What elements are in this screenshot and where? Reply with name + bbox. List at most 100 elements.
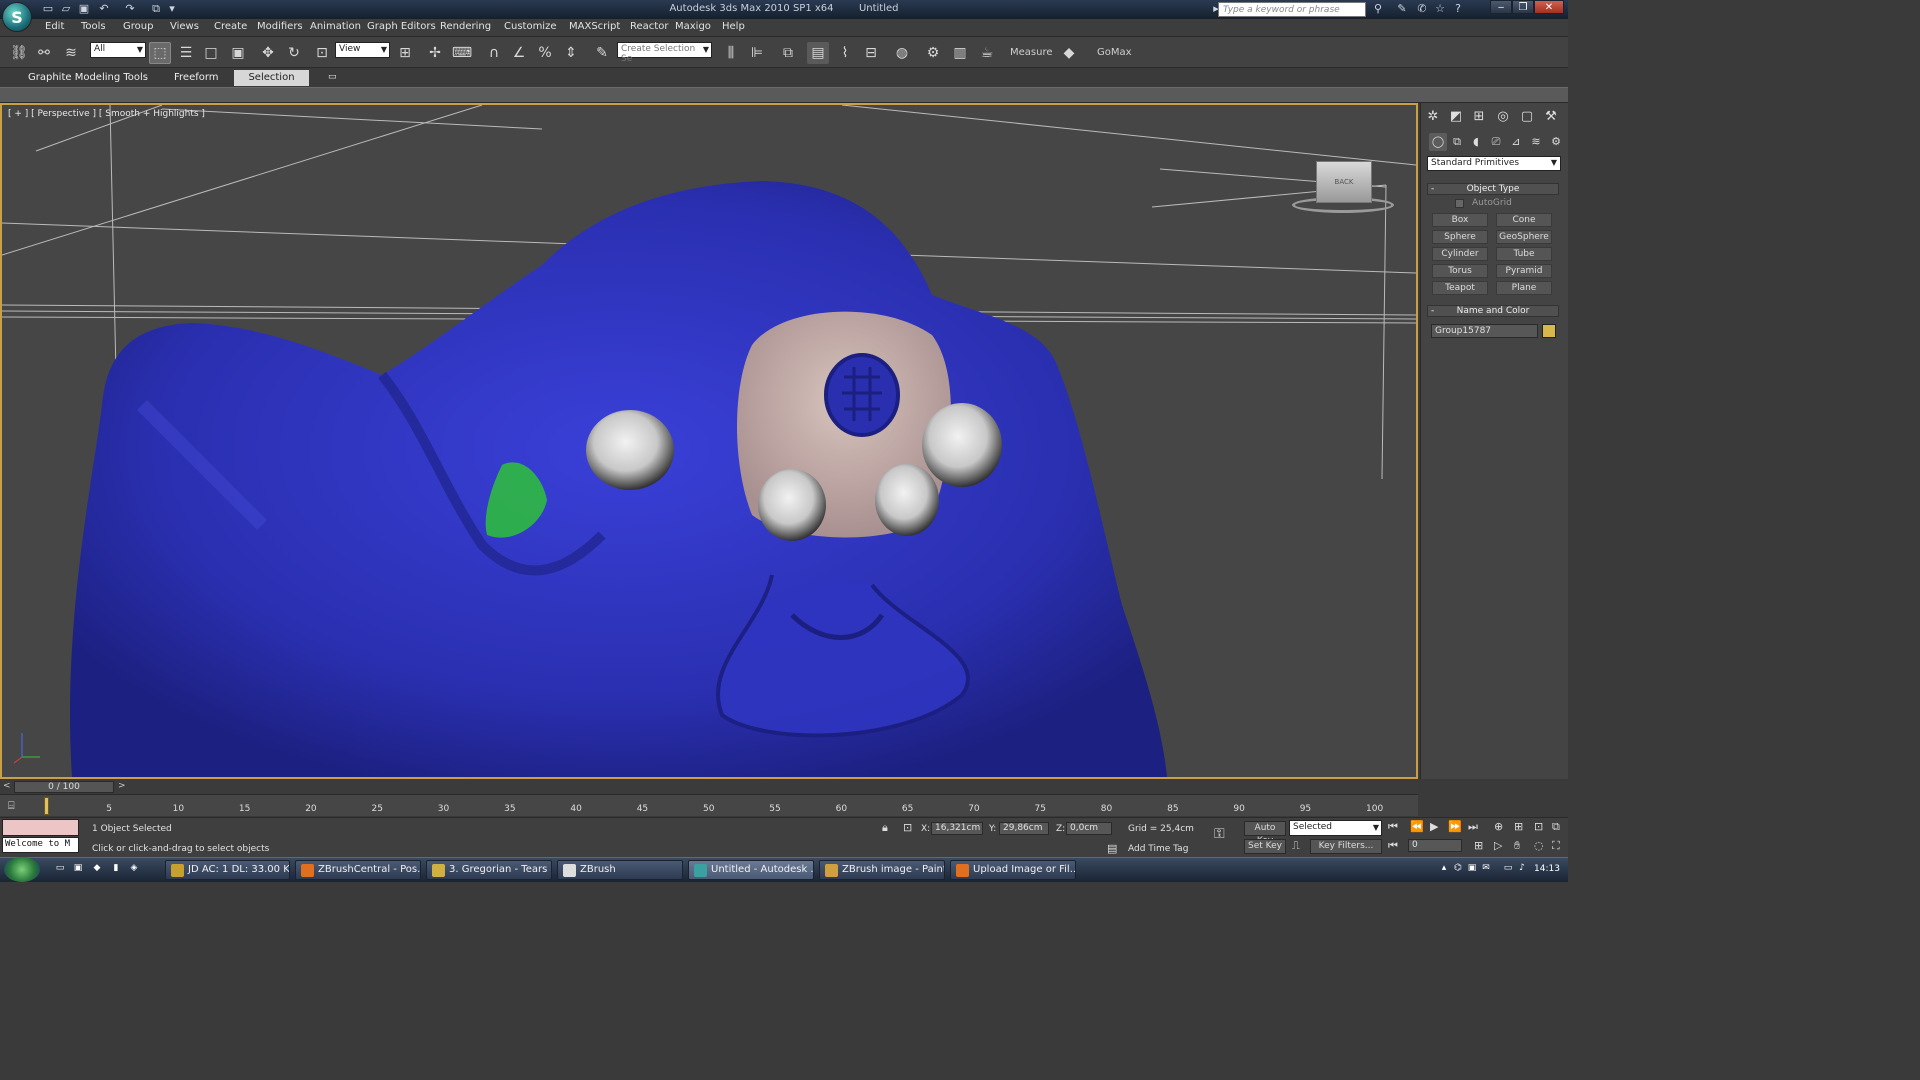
keyword-search-input[interactable]: Type a keyword or phrase (1218, 2, 1366, 17)
angle-snap-icon[interactable]: ∠ (508, 42, 530, 64)
select-and-rotate-icon[interactable]: ↻ (283, 42, 305, 64)
measure-label[interactable]: Measure (1010, 47, 1053, 58)
object-type-rollout-header[interactable]: - Object Type (1427, 183, 1559, 195)
systems-icon[interactable]: ⚙ (1547, 133, 1565, 151)
add-time-tag-button[interactable]: Add Time Tag (1128, 844, 1188, 854)
z-coordinate-field[interactable]: 0,0cm (1066, 822, 1112, 835)
redo-icon[interactable]: ↷ (122, 2, 138, 16)
absolute-relative-toggle-icon[interactable]: ⊡ (903, 821, 912, 834)
tray-monitor-icon[interactable]: ▭ (1502, 863, 1514, 875)
time-slider-next-icon[interactable]: > (118, 781, 126, 791)
orbit-icon[interactable]: ◌ (1534, 839, 1544, 852)
pan-view-icon[interactable]: ✋︎ (1514, 839, 1520, 853)
subscription-center-icon[interactable]: ✎ (1394, 2, 1410, 16)
zoom-all-icon[interactable]: ⊞ (1514, 820, 1523, 833)
taskbar-item-3dsmax[interactable]: Untitled - Autodesk ... (688, 860, 814, 880)
open-file-icon[interactable]: ▱ (58, 2, 74, 16)
render-production-icon[interactable]: ☕ (976, 42, 998, 64)
menu-modifiers[interactable]: Modifiers (257, 21, 303, 32)
gomax-icon[interactable]: ◆ (1058, 42, 1080, 64)
current-frame-indicator[interactable] (44, 797, 49, 815)
tray-network-icon[interactable]: ⌬ (1452, 863, 1464, 875)
select-and-link-icon[interactable]: ⛓ (8, 42, 30, 64)
select-object-icon[interactable]: ⬚ (149, 42, 171, 64)
object-category-dropdown[interactable]: Standard Primitives ▼ (1427, 156, 1561, 171)
align-icon[interactable]: ⊫ (746, 42, 768, 64)
taskbar-item-zbrush[interactable]: ZBrush (557, 860, 683, 880)
keyboard-shortcut-override-icon[interactable]: ⌨ (451, 42, 473, 64)
set-key-key-icon[interactable]: ⚿ (1214, 826, 1225, 842)
motion-tab-icon[interactable]: ◎ (1493, 107, 1513, 127)
key-mode-dropdown[interactable]: Selected ▼ (1289, 820, 1382, 836)
cameras-icon[interactable]: ⎚ (1487, 133, 1505, 151)
lights-icon[interactable]: ◖ (1467, 133, 1485, 151)
pivot-center-icon[interactable]: ⊞ (394, 42, 416, 64)
rectangular-selection-icon[interactable]: □ (200, 42, 222, 64)
default-tangent-icon[interactable]: ⎍ (1292, 839, 1300, 853)
tray-up-arrow-icon[interactable]: ▴ (1438, 863, 1450, 875)
maxscript-listener-mini[interactable] (2, 819, 79, 836)
render-setup-icon[interactable]: ⚙ (922, 42, 944, 64)
time-tag-icon[interactable]: ▤ (1107, 842, 1117, 855)
manipulate-icon[interactable]: ✢ (424, 42, 446, 64)
quick-launch-misc-icon[interactable]: ◈ (128, 863, 140, 875)
menu-maxscript[interactable]: MAXScript (569, 21, 620, 32)
object-name-field[interactable]: Group15787 (1431, 324, 1538, 338)
plane-button[interactable]: Plane (1496, 281, 1552, 295)
time-configuration-icon[interactable]: ⊞ (1474, 839, 1483, 852)
taskbar-item-zbrushcentral[interactable]: ZBrushCentral - Pos... (295, 860, 421, 880)
set-key-button[interactable]: Set Key (1244, 839, 1286, 854)
menu-tools[interactable]: Tools (81, 21, 106, 32)
time-slider-thumb[interactable]: 0 / 100 (14, 781, 114, 793)
tray-mail-icon[interactable]: ✉ (1480, 863, 1492, 875)
select-and-scale-icon[interactable]: ⊡ (311, 42, 333, 64)
y-coordinate-field[interactable]: 29,86cm (999, 822, 1049, 835)
gomax-label[interactable]: GoMax (1097, 47, 1132, 58)
geosphere-button[interactable]: GeoSphere (1496, 230, 1552, 244)
zoom-icon[interactable]: ⊕ (1494, 820, 1503, 833)
start-button[interactable] (4, 857, 40, 882)
tray-app-icon[interactable]: ▣ (1466, 863, 1478, 875)
taskbar-item-gregorian[interactable]: 3. Gregorian - Tears ... (426, 860, 552, 880)
helpers-icon[interactable]: ⊿ (1507, 133, 1525, 151)
object-color-swatch[interactable] (1542, 324, 1556, 338)
restore-button[interactable]: ❐ (1512, 0, 1534, 14)
torus-button[interactable]: Torus (1432, 264, 1488, 278)
select-by-name-icon[interactable]: ☰ (175, 42, 197, 64)
menu-create[interactable]: Create (214, 21, 247, 32)
quick-launch-app-icon[interactable]: ◆ (91, 863, 103, 875)
menu-edit[interactable]: Edit (45, 21, 64, 32)
taskbar-item-download[interactable]: JD AC: 1 DL: 33.00 KB (165, 860, 290, 880)
new-file-icon[interactable]: ▭ (40, 2, 56, 16)
graphite-toggle-icon[interactable]: ▤ (807, 42, 829, 64)
perspective-viewport[interactable]: [ + ] [ Perspective ] [ Smooth + Highlig… (0, 103, 1418, 779)
display-tab-icon[interactable]: ▢ (1517, 107, 1537, 127)
select-and-move-icon[interactable]: ✥ (257, 42, 279, 64)
named-selection-set-dropdown[interactable]: Create Selection Se ▼ (617, 42, 712, 64)
box-button[interactable]: Box (1432, 213, 1488, 227)
menu-graph-editors[interactable]: Graph Editors (367, 21, 436, 32)
geometry-icon[interactable]: ◯ (1429, 133, 1447, 151)
schematic-view-icon[interactable]: ⊟ (860, 42, 882, 64)
previous-frame-icon[interactable]: ⏪ (1410, 820, 1424, 833)
selection-lock-icon[interactable]: 🔒︎ (882, 821, 888, 835)
close-button[interactable]: ✕ (1534, 0, 1564, 14)
auto-key-button[interactable]: Auto Key (1244, 821, 1286, 846)
go-to-end-icon[interactable]: ⏭ (1468, 820, 1478, 834)
shapes-icon[interactable]: ⧉ (1448, 133, 1466, 151)
time-slider-prev-icon[interactable]: < (3, 781, 11, 791)
snaps-toggle-icon[interactable]: ∩ (483, 42, 505, 64)
cylinder-button[interactable]: Cylinder (1432, 247, 1488, 261)
favorites-star-icon[interactable]: ☆ (1432, 2, 1448, 16)
menu-customize[interactable]: Customize (504, 21, 557, 32)
create-tab-icon[interactable]: ✲ (1423, 107, 1443, 127)
percent-snap-icon[interactable]: % (534, 42, 556, 64)
pyramid-button[interactable]: Pyramid (1496, 264, 1552, 278)
modify-tab-icon[interactable]: ◩ (1446, 107, 1466, 127)
binoculars-search-icon[interactable]: ⚲ (1370, 2, 1386, 16)
zoom-extents-icon[interactable]: ⊡ (1534, 820, 1543, 833)
utilities-tab-icon[interactable]: ⚒ (1541, 107, 1561, 127)
next-frame-icon[interactable]: ⏩ (1448, 820, 1462, 833)
quick-launch-notes-icon[interactable]: ▮ (110, 863, 122, 875)
autogrid-checkbox[interactable] (1455, 199, 1464, 208)
